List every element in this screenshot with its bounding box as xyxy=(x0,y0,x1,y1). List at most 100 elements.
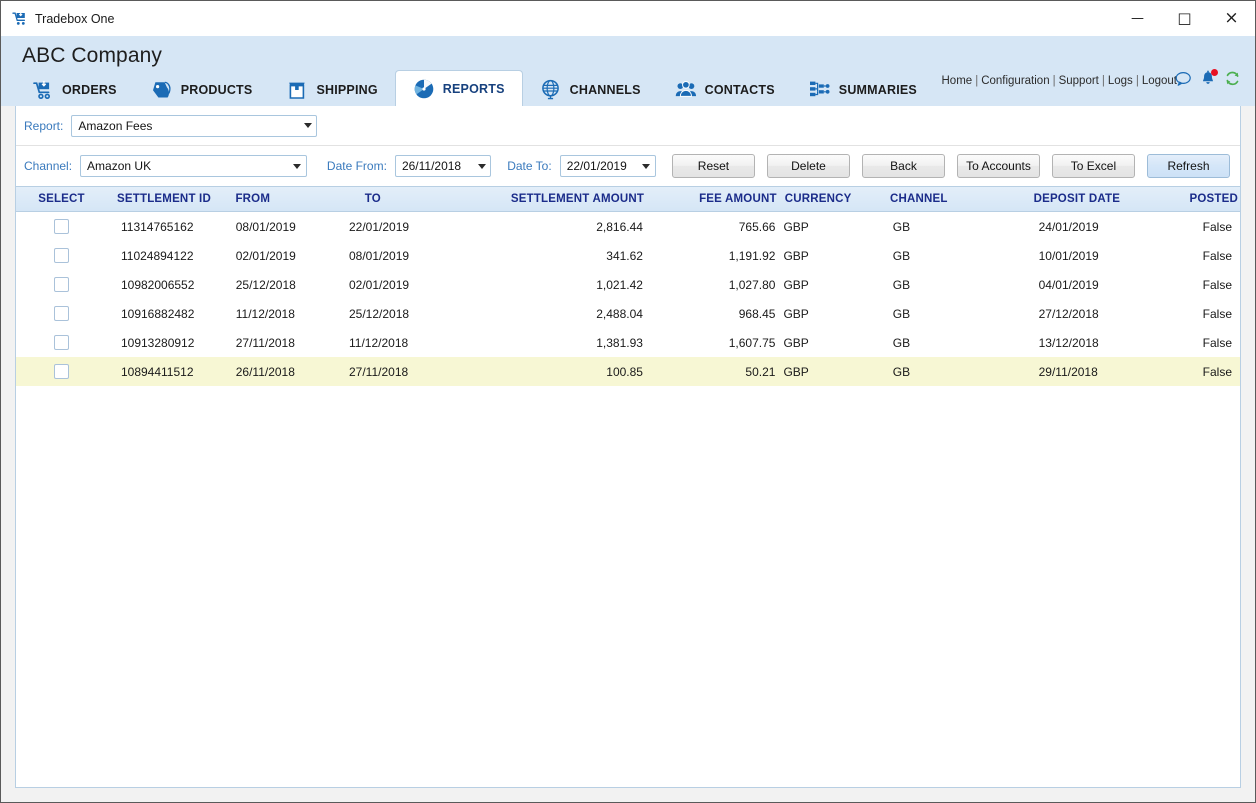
column-header-deposit-date[interactable]: DEPOSIT DATE xyxy=(1000,193,1150,205)
table-row[interactable]: 11024894122 02/01/2019 08/01/2019 341.62 1,1… xyxy=(16,241,1240,270)
row-select-checkbox[interactable] xyxy=(53,335,69,351)
cell-fee-amount: 1,191.92 xyxy=(728,248,776,263)
row-select-checkbox[interactable] xyxy=(53,219,69,235)
column-header-from[interactable]: FROM xyxy=(227,193,336,205)
close-button[interactable]: × xyxy=(1208,1,1255,36)
cell-currency: GBP xyxy=(783,335,809,350)
cell-from: 02/01/2019 xyxy=(235,248,296,263)
report-label: Report: xyxy=(24,118,64,133)
chat-bubble-icon[interactable] xyxy=(1175,71,1192,92)
column-header-to[interactable]: TO xyxy=(337,193,450,205)
back-button[interactable]: Back xyxy=(861,154,945,178)
row-select-cell xyxy=(16,306,107,322)
cell-settlement-amount: 341.62 xyxy=(606,248,643,263)
column-header-settlement-amount[interactable]: SETTLEMENT AMOUNT xyxy=(450,193,657,205)
report-select[interactable]: Amazon Fees xyxy=(71,114,318,137)
nav-link-logs[interactable]: Logs xyxy=(1108,75,1133,87)
cell-channel: GB xyxy=(892,219,911,234)
tab-summaries[interactable]: SUMMARIES xyxy=(792,73,934,106)
table-row[interactable]: 10913280912 27/11/2018 11/12/2018 1,381.93 1… xyxy=(16,328,1240,357)
cell-fee-amount: 968.45 xyxy=(738,306,776,321)
date-to-input[interactable]: 22/01/2019 xyxy=(559,155,656,177)
nav-separator: | xyxy=(1135,75,1139,87)
company-name: ABC Company xyxy=(22,44,162,67)
row-select-cell xyxy=(16,277,107,293)
nav-separator: | xyxy=(975,75,979,87)
cell-to: 02/01/2019 xyxy=(349,277,410,292)
settlements-table: SELECT SETTLEMENT ID FROM TO SETTLEMENT … xyxy=(16,186,1240,386)
column-header-settlement-id[interactable]: SETTLEMENT ID xyxy=(107,193,227,205)
row-select-checkbox[interactable] xyxy=(53,248,69,264)
cell-deposit-date: 24/01/2019 xyxy=(1038,219,1099,234)
tab-channels[interactable]: CHANNELS xyxy=(523,73,658,106)
cell-from: 26/11/2018 xyxy=(235,364,295,379)
column-header-channel[interactable]: CHANNEL xyxy=(864,193,1000,205)
cell-deposit-date: 04/01/2019 xyxy=(1038,277,1099,292)
cell-posted: False xyxy=(1202,248,1232,263)
row-select-checkbox[interactable] xyxy=(53,364,69,380)
column-header-fee-amount[interactable]: FEE AMOUNT xyxy=(656,193,781,205)
reset-button[interactable]: Reset xyxy=(671,154,755,178)
cell-deposit-date: 13/12/2018 xyxy=(1038,335,1099,350)
column-header-select[interactable]: SELECT xyxy=(16,193,107,205)
cell-to: 08/01/2019 xyxy=(349,248,410,263)
refresh-button[interactable]: Refresh xyxy=(1146,154,1230,178)
report-select-value: Amazon Fees xyxy=(78,118,153,133)
tab-shipping[interactable]: SHIPPING xyxy=(269,73,394,106)
nav-link-configuration[interactable]: Configuration xyxy=(981,75,1049,87)
cell-settlement-id: 11314765162 xyxy=(120,219,194,234)
cell-settlement-amount: 100.85 xyxy=(606,364,643,379)
nav-link-support[interactable]: Support xyxy=(1059,75,1099,87)
table-header-row: SELECT SETTLEMENT ID FROM TO SETTLEMENT … xyxy=(16,186,1240,212)
delete-button[interactable]: Delete xyxy=(766,154,850,178)
row-select-checkbox[interactable] xyxy=(53,277,69,293)
cell-channel: GB xyxy=(892,306,911,321)
cell-settlement-id: 10916882482 xyxy=(120,306,195,321)
nav-separator: | xyxy=(1101,75,1105,87)
table-row[interactable]: 10916882482 11/12/2018 25/12/2018 2,488.04 9… xyxy=(16,299,1240,328)
cell-to: 27/11/2018 xyxy=(349,364,409,379)
sitemap-icon xyxy=(809,79,831,101)
tab-orders[interactable]: ORDERS xyxy=(15,73,134,106)
date-from-input[interactable]: 26/11/2018 xyxy=(394,155,492,177)
nav-link-logout[interactable]: Logout xyxy=(1142,75,1177,87)
minimize-button[interactable]: — xyxy=(1114,1,1161,36)
table-row[interactable]: 10894411512 26/11/2018 27/11/2018 100.85 50.… xyxy=(16,357,1240,386)
column-header-currency[interactable]: CURRENCY xyxy=(781,193,864,205)
tab-reports[interactable]: REPORTS xyxy=(394,70,523,106)
table-row[interactable]: 10982006552 25/12/2018 02/01/2019 1,021.42 1… xyxy=(16,270,1240,299)
row-select-cell xyxy=(16,219,107,235)
to-accounts-button[interactable]: To Accounts xyxy=(956,154,1040,178)
row-select-checkbox[interactable] xyxy=(53,306,69,322)
cell-posted: False xyxy=(1202,277,1232,292)
top-nav-links: Home | Configuration | Support | Logs | Logout xyxy=(942,75,1178,87)
table-row[interactable]: 11314765162 08/01/2019 22/01/2019 2,816.44 7… xyxy=(16,212,1240,241)
maximize-button[interactable]: □ xyxy=(1161,1,1208,36)
channel-label: Channel: xyxy=(24,159,73,173)
cell-fee-amount: 1,027.80 xyxy=(728,277,776,292)
cell-posted: False xyxy=(1202,306,1232,321)
tab-products[interactable]: PRODUCTS xyxy=(134,73,270,106)
main-tab-bar: ORDERS PRODUCTS SHIPPING REPORTS CHANNEL… xyxy=(15,70,934,106)
cell-fee-amount: 50.21 xyxy=(745,364,776,379)
header-icon-group xyxy=(1175,69,1241,92)
row-select-cell xyxy=(16,335,107,351)
cell-settlement-id: 11024894122 xyxy=(120,248,194,263)
nav-link-home[interactable]: Home xyxy=(942,75,973,87)
channel-select[interactable]: Amazon UK xyxy=(80,155,307,177)
minimize-icon: — xyxy=(1131,11,1144,26)
cell-currency: GBP xyxy=(783,248,809,263)
cell-from: 27/11/2018 xyxy=(235,335,295,350)
cell-currency: GBP xyxy=(783,306,809,321)
bell-notification-icon[interactable] xyxy=(1200,69,1218,92)
column-header-posted[interactable]: POSTED xyxy=(1150,193,1241,205)
cell-currency: GBP xyxy=(783,364,809,379)
pie-chart-icon xyxy=(413,78,435,100)
cell-deposit-date: 10/01/2019 xyxy=(1038,248,1099,263)
shopping-cart-icon xyxy=(32,79,54,101)
date-to-value: 22/01/2019 xyxy=(566,159,627,173)
cell-from: 11/12/2018 xyxy=(235,306,295,321)
sync-refresh-icon[interactable] xyxy=(1224,70,1241,92)
tab-contacts[interactable]: CONTACTS xyxy=(658,73,792,106)
to-excel-button[interactable]: To Excel xyxy=(1051,154,1135,178)
